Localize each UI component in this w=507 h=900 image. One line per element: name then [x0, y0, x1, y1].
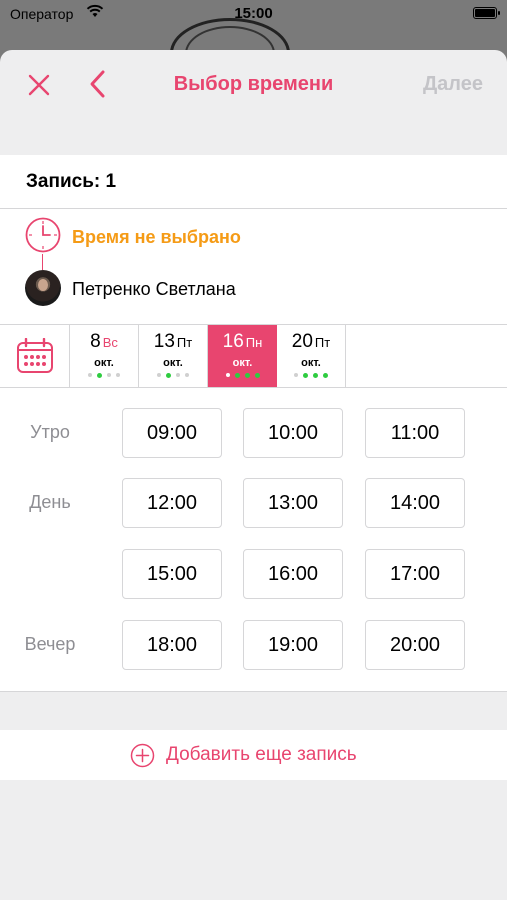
date-month: окт.: [301, 357, 321, 369]
period-label-evening: Вечер: [24, 634, 76, 654]
time-slot[interactable]: 20:00: [365, 620, 465, 670]
calendar-icon[interactable]: [16, 338, 54, 374]
time-slot[interactable]: 10:00: [243, 408, 343, 458]
plus-circle-icon[interactable]: [130, 743, 155, 768]
add-appointment-button[interactable]: Добавить еще запись: [0, 730, 507, 780]
avatar: [25, 270, 61, 306]
date-number: 16: [222, 331, 244, 352]
date-weekday: Пн: [245, 335, 263, 350]
calendar-button[interactable]: [0, 325, 70, 387]
clock-icon: [25, 217, 61, 253]
date-picker-strip: 8 Вс окт. 13 Пт окт. 16 Пн окт. 20 Пт окт.: [0, 325, 507, 387]
time-not-selected-label: Время не выбрано: [72, 227, 241, 247]
time-slot[interactable]: 17:00: [365, 549, 465, 599]
date-item-16-selected[interactable]: 16 Пн окт.: [208, 325, 277, 387]
time-slot[interactable]: 19:00: [243, 620, 343, 670]
availability-dots: [139, 373, 207, 378]
status-bar: Оператор 15:00: [0, 0, 507, 28]
date-number: 8: [90, 331, 101, 352]
add-appointment-label: Добавить еще запись: [166, 744, 357, 765]
appointment-title: Запись: 1: [26, 171, 117, 192]
time-slot[interactable]: 11:00: [365, 408, 465, 458]
date-weekday: Пт: [314, 335, 331, 350]
modal-sheet: Выбор времени Далее Запись: 1 Время не в…: [0, 50, 507, 900]
time-slot[interactable]: 12:00: [122, 478, 222, 528]
date-month: окт.: [94, 357, 114, 369]
battery-icon: [473, 7, 500, 19]
specialist-name: Петренко Светлана: [72, 279, 236, 299]
time-slot[interactable]: 14:00: [365, 478, 465, 528]
date-item-20[interactable]: 20 Пт окт.: [277, 325, 346, 387]
divider: [0, 208, 507, 209]
date-month: окт.: [232, 357, 253, 369]
time-slot[interactable]: 13:00: [243, 478, 343, 528]
status-time: 15:00: [234, 5, 273, 22]
date-item-8[interactable]: 8 Вс окт.: [70, 325, 139, 387]
date-number: 13: [153, 331, 175, 352]
time-slot[interactable]: 09:00: [122, 408, 222, 458]
period-label-day: День: [29, 492, 71, 512]
availability-dots: [70, 373, 138, 378]
date-number: 20: [291, 331, 313, 352]
date-item-13[interactable]: 13 Пт окт.: [139, 325, 208, 387]
time-slot[interactable]: 16:00: [243, 549, 343, 599]
time-slot[interactable]: 15:00: [122, 549, 222, 599]
availability-dots: [277, 373, 345, 378]
date-month: окт.: [163, 357, 183, 369]
timeline-connector: [42, 254, 43, 270]
next-button[interactable]: Далее: [423, 73, 483, 96]
time-slot[interactable]: 18:00: [122, 620, 222, 670]
date-weekday: Вс: [102, 335, 118, 350]
period-label-morning: Утро: [30, 422, 70, 442]
date-weekday: Пт: [176, 335, 193, 350]
nav-bar: Выбор времени Далее: [0, 50, 507, 120]
availability-dots: [208, 373, 277, 378]
time-slots-panel: Утро 09:00 10:00 11:00 День 12:00 13:00 …: [0, 388, 507, 692]
